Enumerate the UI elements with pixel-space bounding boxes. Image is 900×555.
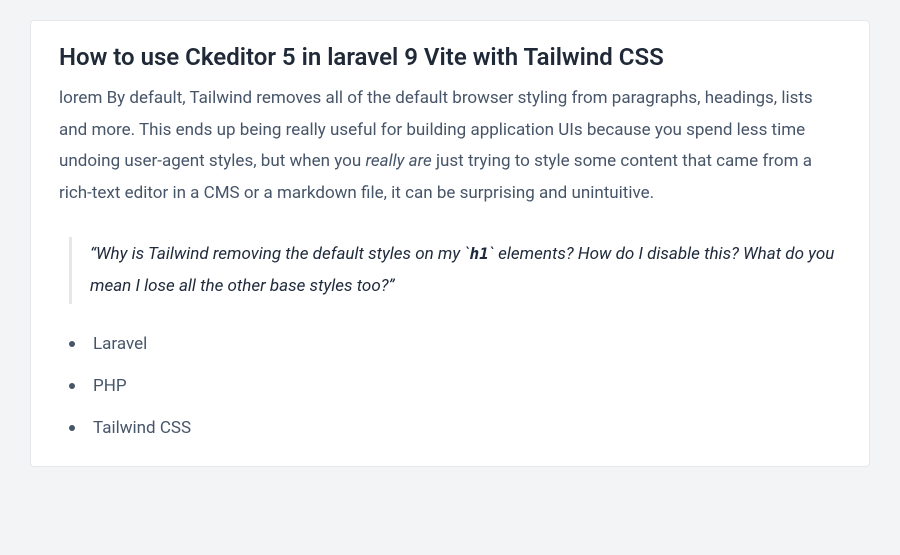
quote-code: h1	[469, 244, 488, 263]
list-item-label: PHP	[93, 376, 127, 396]
list-item-label: Tailwind CSS	[93, 418, 191, 438]
quote-pre: “Why is Tailwind removing the default st…	[90, 244, 469, 264]
article-list: Laravel PHP Tailwind CSS	[59, 334, 841, 438]
article-blockquote: “Why is Tailwind removing the default st…	[69, 237, 841, 304]
list-item: Laravel	[59, 334, 841, 354]
article-title: How to use Ckeditor 5 in laravel 9 Vite …	[59, 41, 841, 73]
body-emphasis: really are	[365, 151, 431, 171]
list-item: Tailwind CSS	[59, 418, 841, 438]
bullet-icon	[69, 425, 75, 431]
list-item-label: Laravel	[93, 334, 147, 354]
article-body-text: lorem By default, Tailwind removes all o…	[59, 83, 841, 209]
bullet-icon	[69, 383, 75, 389]
article-card: How to use Ckeditor 5 in laravel 9 Vite …	[30, 20, 870, 467]
list-item: PHP	[59, 376, 841, 396]
bullet-icon	[69, 341, 75, 347]
